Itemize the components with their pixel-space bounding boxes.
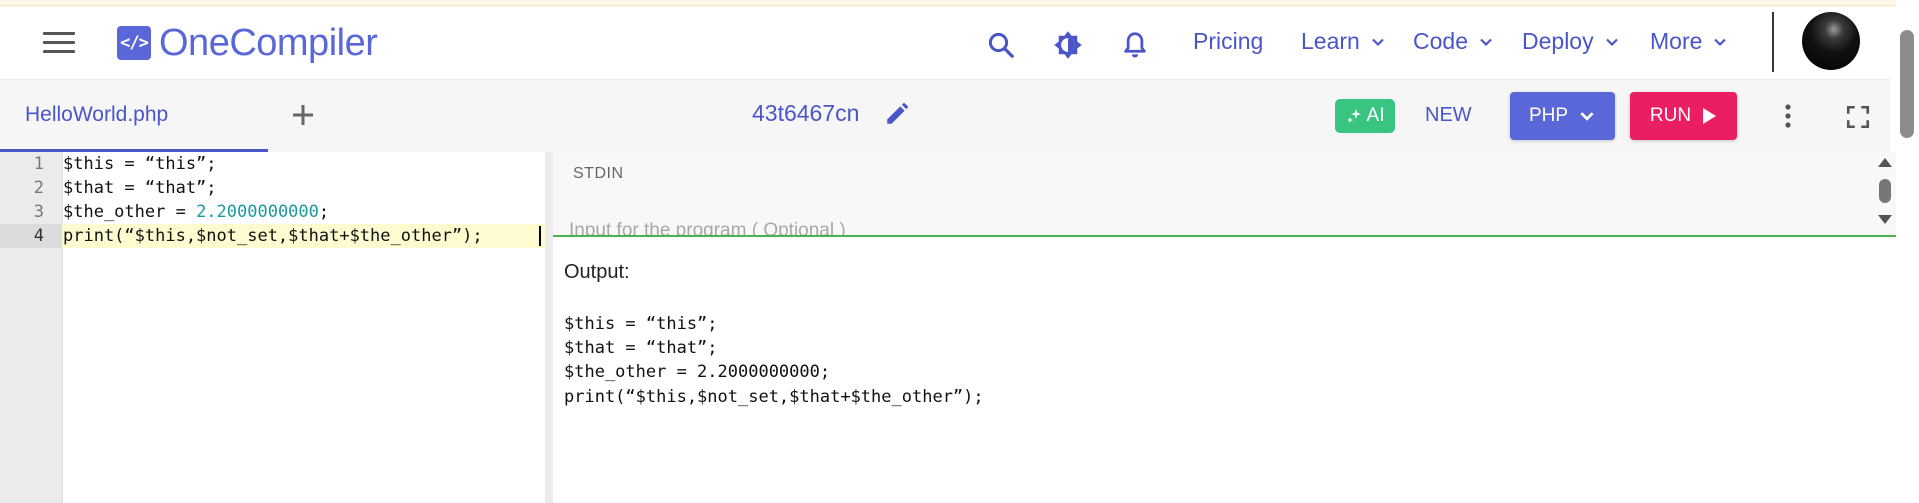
nav-more[interactable]: More — [1650, 28, 1728, 55]
language-select[interactable]: PHP — [1510, 92, 1615, 140]
code-line[interactable]: 1 $this = “this”; — [0, 152, 545, 176]
logo-badge: </> — [117, 26, 151, 60]
bell-icon[interactable] — [1120, 30, 1150, 60]
output-line: $that = “that”; — [564, 338, 718, 358]
avatar[interactable] — [1802, 12, 1860, 70]
more-vertical-icon[interactable] — [1776, 102, 1800, 130]
header-divider — [1772, 12, 1774, 72]
nav-more-label: More — [1650, 28, 1703, 54]
run-button-label: RUN — [1649, 105, 1692, 126]
io-pane: STDIN Output: $this = “this”; $that = “t… — [553, 152, 1896, 503]
nav-deploy-label: Deploy — [1522, 28, 1594, 54]
code-text-pre: $the_other = — [63, 202, 197, 222]
header: </> OneCompiler Pricing Learn Code Deplo… — [0, 6, 1890, 80]
plus-icon[interactable] — [288, 100, 318, 130]
ai-button-label: AI — [1366, 105, 1385, 126]
nav-pricing-label: Pricing — [1193, 28, 1264, 54]
search-icon[interactable] — [986, 30, 1016, 60]
line-number: 3 — [33, 202, 44, 222]
code-line[interactable]: 3 $the_other = 2.2000000000; — [0, 200, 545, 224]
code-line-active[interactable]: 4 print(“$this,$not_set,$that+$the_other… — [0, 224, 545, 248]
stdin-box: STDIN — [553, 152, 1896, 237]
output-line: $this = “this”; — [564, 314, 718, 334]
chevron-down-icon — [1580, 112, 1594, 121]
nav-learn[interactable]: Learn — [1301, 28, 1386, 55]
text-cursor — [539, 226, 541, 246]
tab-file-label: HelloWorld.php — [25, 103, 169, 126]
ai-button[interactable]: AI — [1335, 99, 1395, 133]
nav-deploy[interactable]: Deploy — [1522, 28, 1620, 55]
run-button[interactable]: RUN — [1630, 92, 1737, 140]
pane-resize-handle[interactable] — [545, 152, 553, 503]
scroll-down-arrow[interactable] — [1878, 215, 1892, 224]
logo-text: OneCompiler — [159, 21, 378, 64]
code-line[interactable]: 2 $that = “that”; — [0, 176, 545, 200]
nav-learn-label: Learn — [1301, 28, 1360, 54]
stdin-scroll-thumb[interactable] — [1879, 179, 1891, 203]
logo[interactable]: </> OneCompiler — [117, 21, 378, 65]
tab-file[interactable]: HelloWorld.php — [0, 80, 268, 152]
nav-code-label: Code — [1413, 28, 1468, 54]
chevron-down-icon — [1605, 38, 1618, 46]
code-text: print(“$this,$not_set,$that+$the_other”)… — [63, 226, 483, 246]
stdin-input[interactable] — [567, 215, 1871, 235]
chevron-down-icon — [1480, 38, 1492, 46]
line-number: 4 — [0, 224, 62, 248]
output-line: $the_other = 2.2000000000; — [564, 362, 831, 382]
line-number: 1 — [33, 154, 44, 174]
output-label: Output: — [564, 261, 630, 283]
hamburger-icon[interactable] — [43, 32, 75, 56]
pencil-icon[interactable] — [884, 101, 910, 127]
chevron-down-icon — [1714, 38, 1727, 46]
code-text: $this = “this”; — [63, 154, 217, 174]
output-line: print(“$this,$not_set,$that+$the_other”)… — [564, 387, 984, 407]
theme-toggle-icon[interactable] — [1053, 30, 1083, 60]
new-button[interactable]: NEW — [1425, 104, 1472, 127]
line-number: 2 — [33, 178, 44, 198]
fullscreen-icon[interactable] — [1845, 104, 1871, 130]
play-icon — [1703, 108, 1717, 124]
stdin-label: STDIN — [573, 165, 624, 182]
language-select-label: PHP — [1528, 105, 1569, 126]
toolbar: HelloWorld.php 43t6467cn AI NEW PHP RUN — [0, 80, 1890, 152]
chevron-down-icon — [1372, 38, 1384, 46]
page-scroll-thumb[interactable] — [1900, 30, 1914, 138]
code-number-literal: 2.2000000000 — [196, 202, 319, 222]
nav-code[interactable]: Code — [1413, 28, 1494, 55]
code-id: 43t6467cn — [752, 100, 860, 126]
sparkle-icon — [1346, 109, 1361, 123]
nav-pricing[interactable]: Pricing — [1193, 28, 1263, 55]
code-text-post: ; — [318, 202, 330, 222]
scroll-up-arrow[interactable] — [1878, 158, 1892, 167]
code-text: $the_other = 2.2000000000; — [63, 200, 329, 224]
code-editor[interactable]: 1 $this = “this”; 2 $that = “that”; 3 $t… — [0, 152, 545, 503]
code-text: $that = “that”; — [63, 178, 217, 198]
